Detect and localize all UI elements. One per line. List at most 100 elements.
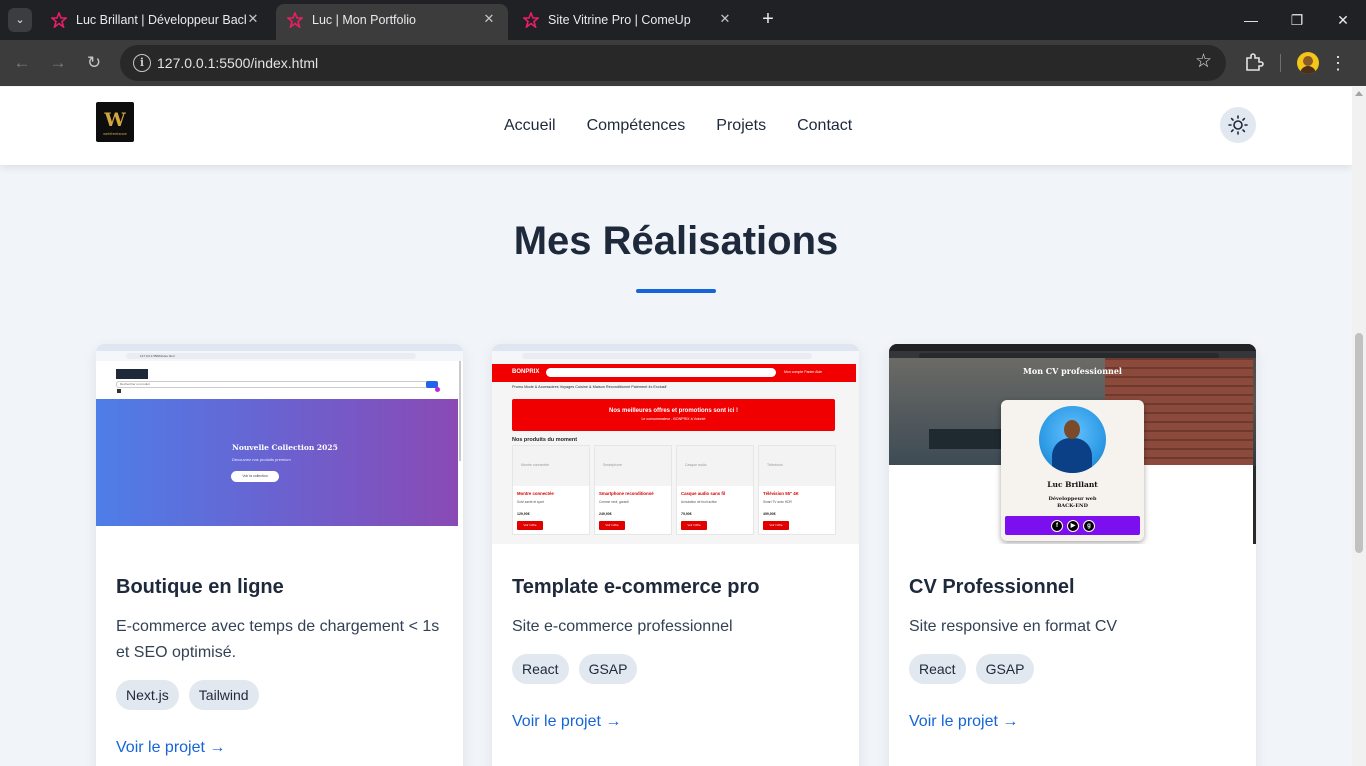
toolbar-separator <box>1280 54 1281 72</box>
preview-product-price: 249,90€ <box>599 512 612 516</box>
preview-products-heading: Nos produits du moment <box>512 437 578 443</box>
tab-search-chevron-icon[interactable]: ⌄ <box>8 8 32 32</box>
bookmark-star-icon[interactable]: ☆ <box>1195 52 1212 72</box>
preview-product-desc: Suivi santé et sport <box>517 500 545 504</box>
address-url: 127.0.0.1:5500/index.html <box>157 55 319 71</box>
preview-product-alt: Montre connectée <box>521 463 550 467</box>
project-thumbnail[interactable]: BONPRIX Mon compte Panier Aide Promo Mod… <box>492 344 859 544</box>
preview-product-button: Voir l'offre <box>517 521 543 530</box>
preview-product-alt: Télévision <box>767 463 783 467</box>
tab-close-icon[interactable]: ✕ <box>716 10 734 28</box>
extensions-puzzle-icon[interactable] <box>1244 52 1264 72</box>
github-icon: g <box>1083 520 1095 532</box>
browser-tab-bar: ⌄ Luc Brillant | Développeur Backend ✕ L… <box>0 0 1366 40</box>
preview-header: BONPRIX Mon compte Panier Aide <box>492 364 856 382</box>
preview-product-desc: Comme neuf, garanti <box>599 500 629 504</box>
tech-tag: GSAP <box>578 654 638 684</box>
preview-product-button: Voir l'offre <box>763 521 789 530</box>
preview-header-links: Mon compte Panier Aide <box>784 370 823 374</box>
scroll-up-arrow-icon[interactable] <box>1355 91 1363 96</box>
project-tags: Next.js Tailwind <box>116 680 259 710</box>
preview-product-name: Smartphone reconditionné <box>599 491 654 496</box>
scrollbar-thumb[interactable] <box>1355 333 1363 553</box>
preview-role-line: BACK-END <box>1057 503 1088 509</box>
tech-tag: React <box>512 654 569 684</box>
preview-search <box>116 381 434 388</box>
nav-link-contact[interactable]: Contact <box>797 117 852 135</box>
preview-product: Télévision Télévision 55" 4K Smart TV av… <box>758 445 836 535</box>
tech-tag: GSAP <box>975 654 1035 684</box>
site-info-icon[interactable]: i <box>133 54 151 72</box>
reload-icon[interactable]: ↻ <box>82 51 106 75</box>
preview-brand: BONPRIX <box>512 369 540 375</box>
page-scrollbar[interactable] <box>1352 87 1366 766</box>
project-title: Boutique en ligne <box>116 576 284 598</box>
project-title: CV Professionnel <box>909 576 1075 598</box>
main-nav: Accueil Compétences Projets Contact <box>504 117 852 135</box>
title-underline <box>636 289 716 293</box>
project-thumbnail[interactable]: 127.0.0.1:5500/index.html Rechercher un … <box>96 344 463 544</box>
preview-product-price: 79,90€ <box>681 512 692 516</box>
address-bar[interactable]: i 127.0.0.1:5500/index.html ☆ <box>120 45 1226 81</box>
preview-product-button: Voir l'offre <box>599 521 625 530</box>
preview-product-desc: Smart TV avec HDR <box>763 500 792 504</box>
minimize-icon[interactable]: — <box>1228 0 1274 40</box>
project-thumbnail[interactable]: Mon CV professionnel Luc Brillant Dévelo… <box>889 344 1256 544</box>
view-project-link[interactable]: Voir le projet → <box>116 739 225 757</box>
preview-hero-title: Nouvelle Collection 2025 <box>232 443 338 452</box>
project-description: Site e-commerce professionnel <box>512 618 733 635</box>
logo-subtext: webfreelance <box>103 131 127 136</box>
nav-link-accueil[interactable]: Accueil <box>504 117 556 135</box>
preview-product-alt: Casque audio <box>685 463 707 467</box>
view-project-link[interactable]: Voir le projet → <box>512 713 621 731</box>
flower-favicon-icon <box>287 12 303 28</box>
preview-product: Montre connectée Montre connectée Suivi … <box>512 445 590 535</box>
preview-banner-subtitle: Le consommateur - BONPRIX à Volonté <box>641 417 706 421</box>
restore-window-icon[interactable]: ❐ <box>1274 0 1320 40</box>
preview-cart-icon <box>117 389 121 393</box>
profile-avatar[interactable] <box>1297 52 1319 74</box>
browser-tab[interactable]: Site Vitrine Pro | ComeUp ✕ <box>512 4 744 36</box>
preview-categories: Promo Mode & Accessoires Voyages Cuisine… <box>512 385 667 389</box>
tech-tag: Tailwind <box>188 680 259 710</box>
preview-hero: Nouvelle Collection 2025 Découvrez nos p… <box>96 399 458 526</box>
preview-social-bar: f ▶ g <box>1005 516 1140 535</box>
project-title: Template e-commerce pro <box>512 576 760 598</box>
forward-arrow-icon[interactable]: → <box>46 51 70 75</box>
section-title: Mes Réalisations <box>513 219 839 263</box>
preview-name: Luc Brillant <box>1047 480 1098 489</box>
tab-title: Luc Brillant | Développeur Backend <box>76 13 246 27</box>
theme-toggle-button[interactable] <box>1220 107 1256 143</box>
youtube-icon: ▶ <box>1067 520 1079 532</box>
new-tab-plus-icon[interactable]: + <box>758 8 778 32</box>
nav-link-competences[interactable]: Compétences <box>587 117 686 135</box>
browser-tab-active[interactable]: Luc | Mon Portfolio ✕ <box>276 4 508 40</box>
view-project-link[interactable]: Voir le projet → <box>909 713 1018 731</box>
project-tags: React GSAP <box>512 654 638 684</box>
facebook-icon: f <box>1051 520 1063 532</box>
tab-close-icon[interactable]: ✕ <box>480 10 498 28</box>
browser-menu-kebab-icon[interactable]: ⋮ <box>1328 52 1348 74</box>
preview-product-name: Montre connectée <box>517 491 554 496</box>
site-logo[interactable]: W webfreelance <box>96 102 134 142</box>
back-arrow-icon[interactable]: ← <box>10 51 34 75</box>
preview-search <box>546 368 776 377</box>
preview-banner: Nos meilleures offres et promotions sont… <box>512 399 835 431</box>
nav-link-projets[interactable]: Projets <box>716 117 766 135</box>
browser-tab[interactable]: Luc Brillant | Développeur Backend ✕ <box>40 4 272 36</box>
preview-banner-title: Nos meilleures offres et promotions sont… <box>608 408 739 414</box>
preview-product-price: 499,90€ <box>763 512 776 516</box>
tab-close-icon[interactable]: ✕ <box>244 10 262 28</box>
preview-scrollbar <box>459 361 461 461</box>
tab-title: Site Vitrine Pro | ComeUp <box>548 13 691 27</box>
project-card: 127.0.0.1:5500/index.html Rechercher un … <box>96 344 463 766</box>
close-window-icon[interactable]: ✕ <box>1320 0 1366 40</box>
logo-mark: W <box>104 109 126 131</box>
web-page: W webfreelance Accueil Compétences Proje… <box>0 87 1352 766</box>
tech-tag: Next.js <box>116 680 179 710</box>
tab-title: Luc | Mon Portfolio <box>312 13 416 27</box>
preview-avatar <box>1039 406 1106 473</box>
preview-role: Développeur web BACK-END <box>1001 496 1144 510</box>
preview-page-title: Mon CV professionnel <box>1023 366 1122 376</box>
project-description: Site responsive en format CV <box>909 618 1118 635</box>
